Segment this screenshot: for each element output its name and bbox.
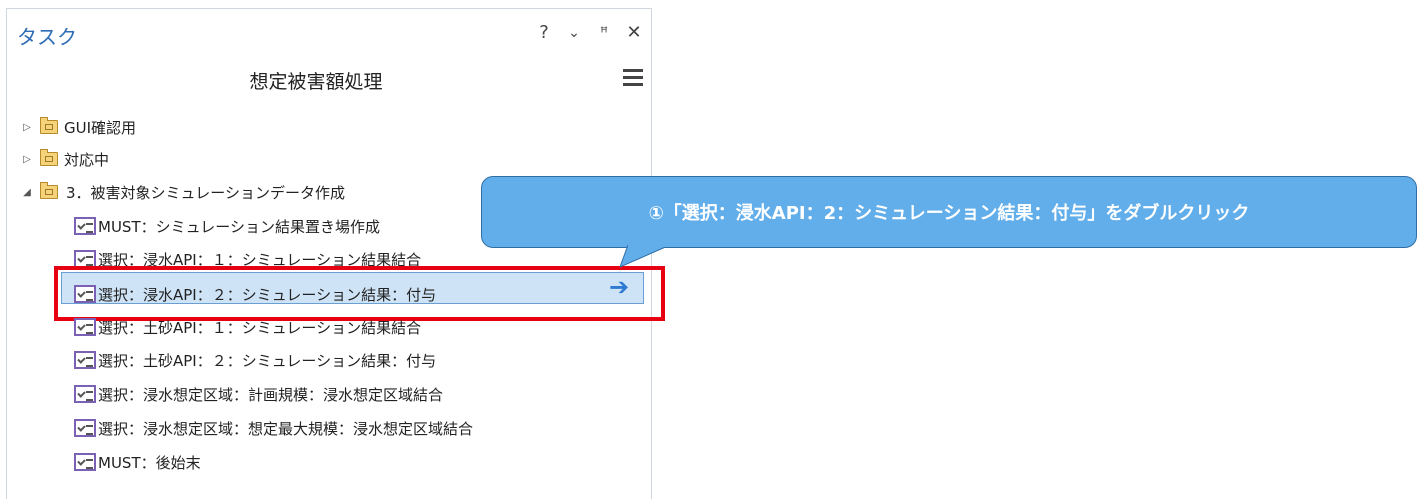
task-item[interactable]: 選択：浸水想定区域：想定最大規模：浸水想定区域結合: [74, 414, 473, 442]
task-label: MUST：後始末: [98, 453, 201, 472]
task-item[interactable]: 選択：土砂API：１：シミュレーション結果結合: [74, 313, 421, 341]
task-label: 選択：浸水想定区域：想定最大規模：浸水想定区域結合: [98, 419, 474, 438]
folder-icon: [40, 117, 58, 134]
help-icon[interactable]: ?: [535, 23, 553, 43]
task-icon: [74, 318, 96, 336]
chevron-down-icon[interactable]: ⌄: [565, 23, 583, 43]
task-label: 選択：土砂API：２：シミュレーション結果：付与: [98, 351, 437, 370]
task-icon: [74, 419, 96, 437]
menu-icon[interactable]: [623, 69, 643, 89]
collapse-icon[interactable]: ◢: [20, 187, 34, 198]
task-project-heading: 想定被害額処理: [249, 71, 383, 93]
pane-controls: ? ⌄ ꟸ ✕: [535, 23, 643, 43]
callout-text: ①「選択：浸水API：2：シミュレーション結果：付与」をダブルクリック: [648, 203, 1250, 224]
folder-label: 3．被害対象シミュレーションデータ作成: [66, 183, 345, 202]
task-label: 選択：土砂API：１：シミュレーション結果結合: [98, 318, 422, 337]
pin-icon[interactable]: ꟸ: [595, 23, 613, 43]
pane-title: タスク: [17, 25, 77, 49]
tree-folder-simulation[interactable]: ◢ 3．被害対象シミュレーションデータ作成: [20, 178, 345, 206]
task-icon: [74, 453, 96, 471]
task-label: MUST：シミュレーション結果置き場作成: [98, 217, 381, 236]
task-icon: [74, 385, 96, 403]
expand-icon[interactable]: ▷: [20, 154, 34, 165]
task-item[interactable]: 選択：土砂API：２：シミュレーション結果：付与: [74, 346, 436, 374]
tree-folder-in-progress[interactable]: ▷ 対応中: [20, 145, 109, 173]
folder-icon: [40, 182, 58, 199]
task-item[interactable]: 選択：浸水想定区域：計画規模：浸水想定区域結合: [74, 380, 443, 408]
folder-label: 対応中: [64, 150, 110, 169]
task-item[interactable]: MUST：後始末: [74, 448, 201, 476]
task-item[interactable]: MUST：シミュレーション結果置き場作成: [74, 212, 380, 240]
callout-tail: [620, 245, 671, 268]
task-label: 選択：浸水想定区域：計画規模：浸水想定区域結合: [98, 385, 444, 404]
folder-icon: [40, 149, 58, 166]
folder-label: GUI確認用: [64, 118, 137, 137]
task-icon: [74, 351, 96, 369]
tree-folder-gui[interactable]: ▷ GUI確認用: [20, 113, 136, 141]
close-icon[interactable]: ✕: [625, 23, 643, 43]
task-icon: [74, 217, 96, 235]
expand-icon[interactable]: ▷: [20, 122, 34, 133]
